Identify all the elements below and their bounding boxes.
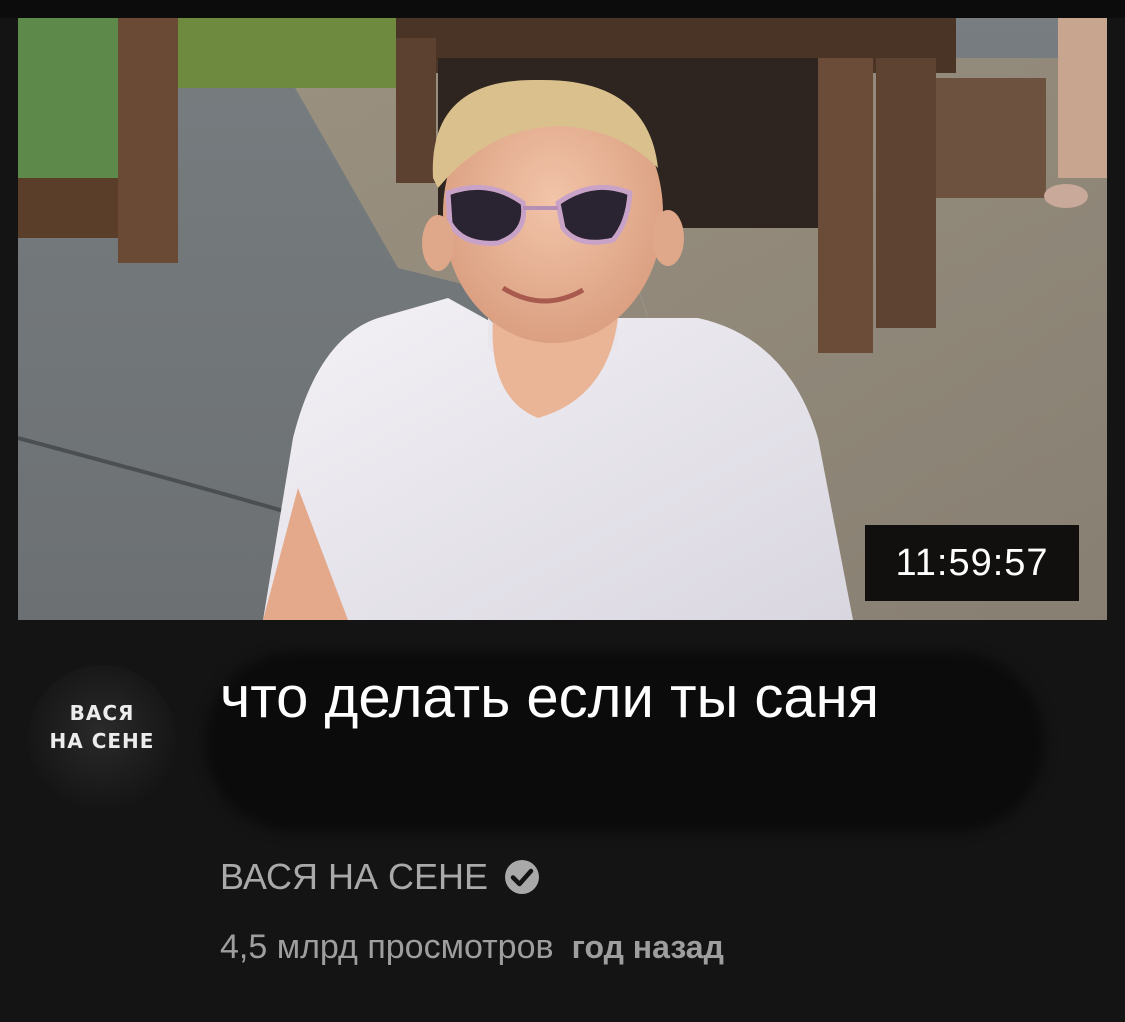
- avatar-text-line2: НА СЕНЕ: [49, 729, 155, 753]
- upload-age: год назад: [571, 928, 724, 965]
- channel-name[interactable]: ВАСЯ НА СЕНЕ: [220, 856, 488, 898]
- video-card[interactable]: 11:59:57 ВАСЯ НА СЕНЕ что делать если ты…: [0, 0, 1125, 1022]
- video-meta: 4,5 млрд просмотров год назад: [220, 923, 724, 971]
- video-title[interactable]: что делать если ты саня: [220, 664, 1020, 732]
- top-strip: [0, 0, 1125, 18]
- duration-badge: 11:59:57: [865, 525, 1079, 601]
- channel-avatar[interactable]: ВАСЯ НА СЕНЕ: [28, 665, 176, 813]
- view-count: 4,5 млрд просмотров: [220, 927, 554, 966]
- video-thumbnail[interactable]: 11:59:57: [18, 18, 1107, 620]
- channel-row[interactable]: ВАСЯ НА СЕНЕ: [220, 852, 542, 902]
- verified-check-icon: [502, 857, 542, 897]
- avatar-text-line1: ВАСЯ: [69, 701, 135, 725]
